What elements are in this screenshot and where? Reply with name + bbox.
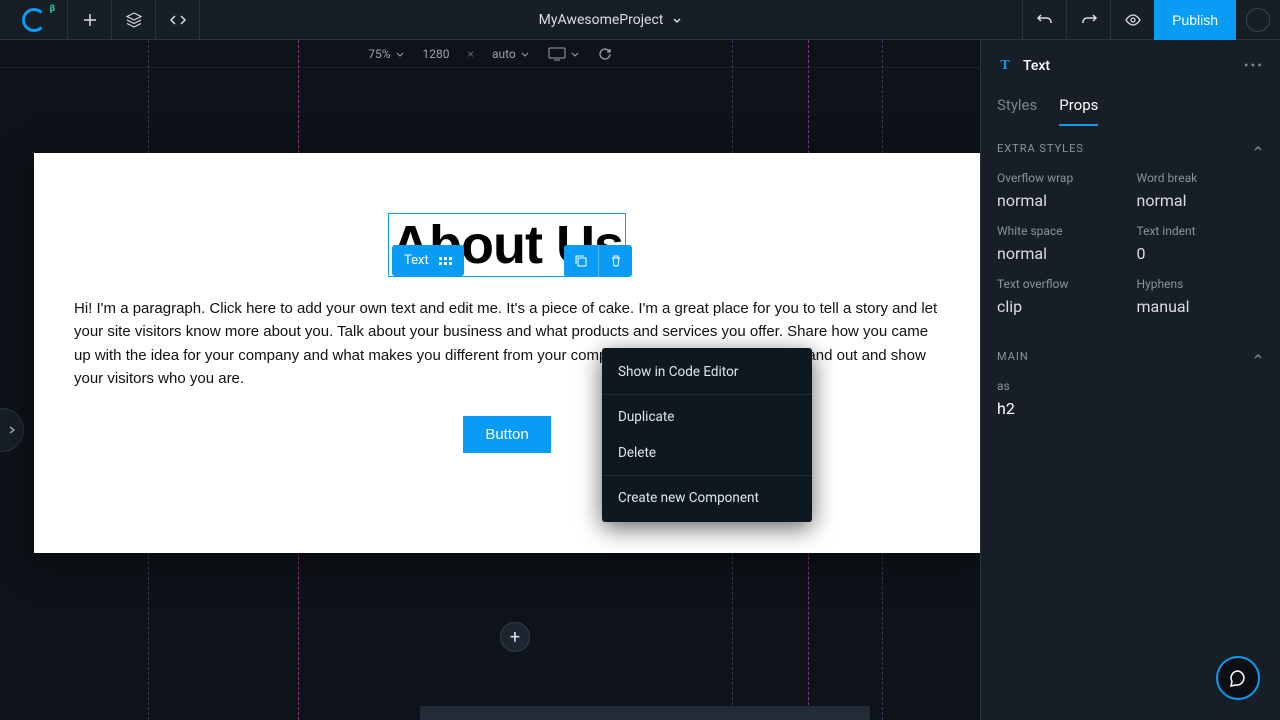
tab-props[interactable]: Props <box>1059 96 1098 126</box>
preview-button[interactable] <box>1110 0 1154 40</box>
copy-icon <box>574 254 588 268</box>
undo-button[interactable] <box>1022 0 1066 40</box>
tab-styles[interactable]: Styles <box>997 96 1037 126</box>
desktop-icon <box>548 47 566 61</box>
menu-divider <box>602 394 812 395</box>
text-icon: T <box>997 58 1013 74</box>
field-hyphens[interactable]: Hyphens manual <box>1137 277 1265 316</box>
zoom-selector[interactable]: 75% <box>368 47 404 61</box>
code-button[interactable] <box>156 0 200 40</box>
bottom-drawer-handle[interactable] <box>420 706 870 720</box>
menu-item-create-component[interactable]: Create new Component <box>602 480 812 516</box>
canvas-area[interactable]: 75% 1280 × auto + <box>0 40 980 720</box>
delete-element-button[interactable] <box>598 245 632 277</box>
dim-separator: × <box>468 47 474 61</box>
menu-item-delete[interactable]: Delete <box>602 435 812 471</box>
chat-icon <box>1228 668 1248 688</box>
menu-item-duplicate[interactable]: Duplicate <box>602 399 812 435</box>
device-selector[interactable] <box>548 47 580 61</box>
chevron-down-icon <box>671 14 683 26</box>
field-white-space[interactable]: White space normal <box>997 224 1125 263</box>
chevron-up-icon <box>1252 143 1264 155</box>
field-as[interactable]: as h2 <box>981 373 1280 436</box>
page-frame: About Us Hi! I'm a paragraph. Click here… <box>34 153 980 553</box>
section-main[interactable]: MAIN <box>981 334 1280 373</box>
chevron-up-icon <box>1252 351 1264 363</box>
user-avatar[interactable] <box>1236 0 1280 40</box>
publish-button[interactable]: Publish <box>1154 0 1236 40</box>
canvas-toolbar: 75% 1280 × auto <box>0 40 980 68</box>
field-overflow-wrap[interactable]: Overflow wrap normal <box>997 171 1125 210</box>
menu-item-show-code[interactable]: Show in Code Editor <box>602 354 812 390</box>
help-button[interactable] <box>1216 656 1260 700</box>
top-bar: β MyAwesomeProject Publish <box>0 0 1280 40</box>
layers-button[interactable] <box>112 0 156 40</box>
height-selector[interactable]: auto <box>492 47 530 61</box>
selection-tag[interactable]: Text <box>392 245 464 276</box>
add-button[interactable] <box>68 0 112 40</box>
redo-button[interactable] <box>1066 0 1110 40</box>
trash-icon <box>609 254 623 268</box>
context-menu: Show in Code Editor Duplicate Delete Cre… <box>602 348 812 522</box>
duplicate-element-button[interactable] <box>564 245 598 277</box>
panel-title: Text <box>1023 58 1050 74</box>
beta-badge: β <box>50 4 55 14</box>
width-input[interactable]: 1280 <box>423 47 450 61</box>
drag-handle-icon[interactable] <box>439 257 452 265</box>
app-logo[interactable]: β <box>0 0 68 40</box>
project-name: MyAwesomeProject <box>539 12 664 28</box>
chevron-down-icon <box>395 49 405 59</box>
section-extra-styles[interactable]: EXTRA STYLES <box>981 126 1280 165</box>
chevron-down-icon <box>520 49 530 59</box>
field-text-indent[interactable]: Text indent 0 <box>1137 224 1265 263</box>
reload-button[interactable] <box>598 47 612 61</box>
add-section-bottom-button[interactable]: + <box>500 622 530 652</box>
panel-more-button[interactable]: ••• <box>1244 58 1264 74</box>
page-button[interactable]: Button <box>463 416 550 453</box>
field-word-break[interactable]: Word break normal <box>1137 171 1265 210</box>
project-selector[interactable]: MyAwesomeProject <box>200 12 1022 28</box>
reload-icon <box>598 47 612 61</box>
field-text-overflow[interactable]: Text overflow clip <box>997 277 1125 316</box>
selection-label: Text <box>404 253 429 268</box>
properties-panel: T Text ••• Styles Props EXTRA STYLES Ove… <box>980 40 1280 720</box>
menu-divider <box>602 475 812 476</box>
chevron-down-icon <box>570 49 580 59</box>
expand-sidebar-button[interactable] <box>0 408 24 452</box>
